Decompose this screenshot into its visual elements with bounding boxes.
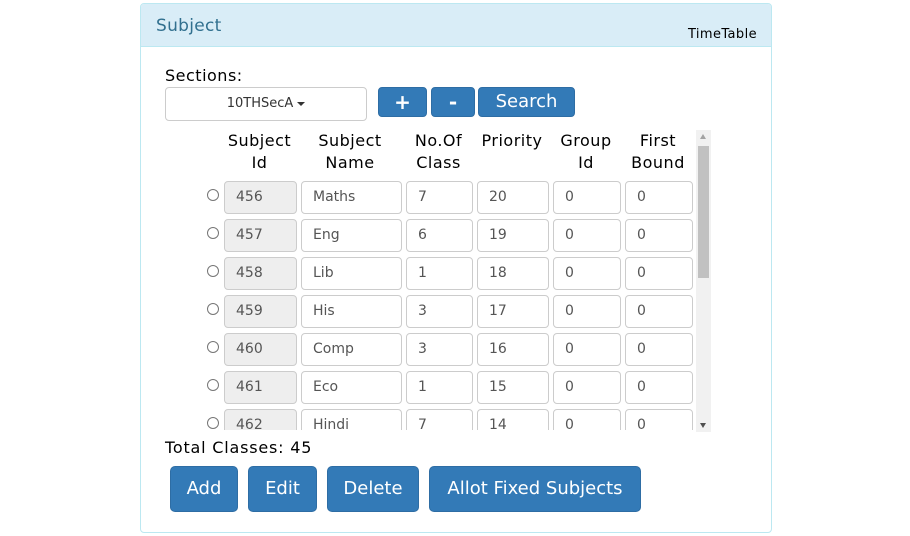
no-of-class-field[interactable]: 6 [406,219,473,252]
header-first-bound: First Bound [624,130,692,174]
table-row: 462 Hindi 7 14 0 0 [193,409,698,430]
row-radio[interactable] [207,379,219,391]
allot-fixed-subjects-button[interactable]: Allot Fixed Subjects [429,466,641,512]
header-no-of-class-line1: No.Of [414,131,463,150]
add-button[interactable]: Add [170,466,238,512]
header-no-of-class: No.Of Class [405,130,472,174]
header-first-bound-line1: First [639,131,677,150]
first-bound-field[interactable]: 0 [625,333,693,366]
priority-field[interactable]: 19 [477,219,549,252]
subject-grid: Subject Id Subject Name No.Of Class Prio… [193,128,712,430]
panel-title: Subject [156,16,222,36]
subject-id-field: 456 [224,181,297,214]
header-group-id: Group Id [552,130,620,174]
no-of-class-field[interactable]: 7 [406,181,473,214]
header-no-of-class-line2: Class [416,153,461,172]
subject-id-field: 458 [224,257,297,290]
sections-dropdown[interactable]: 10THSecA [165,87,367,121]
table-row: 461 Eco 1 15 0 0 [193,371,698,407]
table-row: 460 Comp 3 16 0 0 [193,333,698,369]
remove-section-button[interactable]: - [431,87,475,117]
group-id-field[interactable]: 0 [553,257,621,290]
caret-down-icon [297,101,306,106]
subject-id-field: 457 [224,219,297,252]
row-radio[interactable] [207,227,219,239]
priority-field[interactable]: 15 [477,371,549,404]
priority-field[interactable]: 17 [477,295,549,328]
group-id-field[interactable]: 0 [553,219,621,252]
group-id-field[interactable]: 0 [553,409,621,430]
header-priority: Priority [476,130,548,152]
header-group-id-line1: Group [560,131,612,150]
scroll-down-icon[interactable] [700,423,706,428]
edit-button[interactable]: Edit [248,466,317,512]
panel-heading: Subject TimeTable [141,4,771,47]
subject-name-field[interactable]: Eng [301,219,402,252]
delete-button[interactable]: Delete [327,466,419,512]
header-group-id-line2: Id [578,153,594,172]
table-row: 459 His 3 17 0 0 [193,295,698,331]
header-subject-name-line1: Subject [318,131,382,150]
subject-name-field[interactable]: Eco [301,371,402,404]
first-bound-field[interactable]: 0 [625,371,693,404]
total-classes-label: Total Classes: [165,438,285,457]
subject-name-field[interactable]: His [301,295,402,328]
scroll-up-icon[interactable] [700,134,706,139]
priority-field[interactable]: 14 [477,409,549,430]
header-first-bound-line2: Bound [631,153,685,172]
row-radio[interactable] [207,303,219,315]
header-priority-line1: Priority [481,131,543,150]
subject-name-field[interactable]: Lib [301,257,402,290]
first-bound-field[interactable]: 0 [625,219,693,252]
first-bound-field[interactable]: 0 [625,181,693,214]
no-of-class-field[interactable]: 3 [406,333,473,366]
header-subject-id-line2: Id [251,153,268,172]
header-subject-id-line1: Subject [227,131,292,150]
priority-field[interactable]: 18 [477,257,549,290]
no-of-class-field[interactable]: 7 [406,409,473,430]
add-section-button[interactable]: + [378,87,427,117]
row-radio[interactable] [207,341,219,353]
header-subject-name: Subject Name [300,130,400,174]
table-row: 458 Lib 1 18 0 0 [193,257,698,293]
scrollbar-thumb[interactable] [698,146,709,278]
table-row: 456 Maths 7 20 0 0 [193,181,698,217]
total-classes-value: 45 [290,438,313,457]
no-of-class-field[interactable]: 3 [406,295,473,328]
sections-selected: 10THSecA [226,96,294,111]
table-row: 457 Eng 6 19 0 0 [193,219,698,255]
first-bound-field[interactable]: 0 [625,409,693,430]
priority-field[interactable]: 20 [477,181,549,214]
subject-id-field: 461 [224,371,297,404]
no-of-class-field[interactable]: 1 [406,257,473,290]
search-button[interactable]: Search [478,87,575,117]
grid-scrollbar[interactable] [696,130,711,432]
group-id-field[interactable]: 0 [553,295,621,328]
first-bound-field[interactable]: 0 [625,257,693,290]
no-of-class-field[interactable]: 1 [406,371,473,404]
first-bound-field[interactable]: 0 [625,295,693,328]
header-subject-name-line2: Name [325,153,375,172]
group-id-field[interactable]: 0 [553,181,621,214]
sections-label: Sections: [165,66,243,85]
subject-name-field[interactable]: Comp [301,333,402,366]
timetable-link[interactable]: TimeTable [688,27,757,42]
priority-field[interactable]: 16 [477,333,549,366]
group-id-field[interactable]: 0 [553,333,621,366]
row-radio[interactable] [207,417,219,429]
row-radio[interactable] [207,265,219,277]
subject-id-field: 460 [224,333,297,366]
subject-id-field: 459 [224,295,297,328]
subject-id-field: 462 [224,409,297,430]
header-subject-id: Subject Id [222,130,297,174]
subject-name-field[interactable]: Maths [301,181,402,214]
subject-panel: Subject TimeTable Sections: 10THSecA + -… [140,3,772,533]
subject-name-field[interactable]: Hindi [301,409,402,430]
total-classes: Total Classes: 45 [165,438,312,457]
row-radio[interactable] [207,189,219,201]
group-id-field[interactable]: 0 [553,371,621,404]
